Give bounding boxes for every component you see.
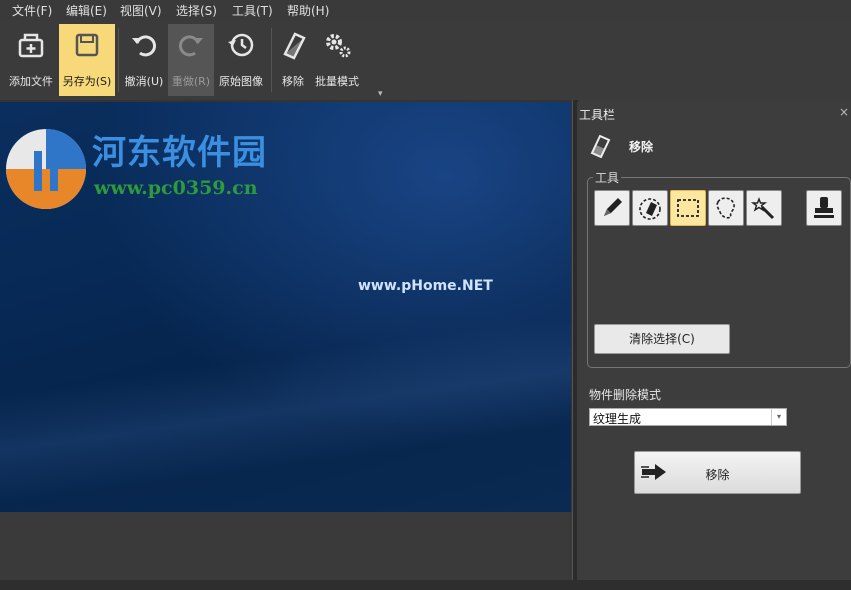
rect-select-icon [677, 199, 699, 217]
stamp-tool-button[interactable] [806, 190, 842, 226]
add-file-icon [18, 33, 44, 58]
pencil-tool-button[interactable] [594, 190, 630, 226]
history-icon [228, 33, 254, 57]
watermark-logo-icon [6, 129, 86, 209]
menu-bar: 文件(F) 编辑(E) 视图(V) 选择(S) 工具(T) 帮助(H) [0, 0, 851, 20]
menu-view[interactable]: 视图(V) [120, 2, 162, 19]
image-canvas[interactable]: 河东软件园 www.pc0359.cn www.pHome.NET [0, 100, 572, 512]
batch-mode-button[interactable]: 批量模式 [310, 24, 364, 96]
menu-tools[interactable]: 工具(T) [232, 2, 273, 19]
pencil-icon [604, 198, 622, 216]
eraser-icon [283, 32, 306, 60]
original-image-button[interactable]: 原始图像 [215, 24, 267, 96]
undo-label: 撤消(U) [124, 75, 164, 88]
eraser-icon [590, 134, 611, 158]
remove-tool-button[interactable]: 移除 [277, 24, 309, 96]
batch-mode-label: 批量模式 [315, 75, 359, 88]
save-as-label: 另存为(S) [62, 75, 112, 88]
remove-tool-label: 移除 [282, 75, 304, 88]
undo-button[interactable]: 撤消(U) [121, 24, 167, 96]
removal-mode-value: 纹理生成 [593, 412, 642, 426]
watermark-url: www.pc0359.cn [94, 177, 258, 199]
chevron-down-icon: ▾ [771, 409, 786, 425]
menu-file[interactable]: 文件(F) [12, 2, 52, 19]
lasso-tool-button[interactable] [708, 190, 744, 226]
menu-select[interactable]: 选择(S) [176, 2, 217, 19]
original-image-label: 原始图像 [219, 75, 263, 88]
watermark-phome: www.pHome.NET [358, 278, 493, 294]
magic-wand-tool-button[interactable] [746, 190, 782, 226]
add-file-button[interactable]: 添加文件 [4, 24, 58, 96]
stamp-icon [814, 197, 834, 218]
save-icon [75, 33, 99, 57]
rect-select-tool-button[interactable] [670, 190, 706, 226]
gears-icon [326, 34, 351, 58]
tool-name: 移除 [629, 140, 654, 154]
removal-mode-select[interactable]: 纹理生成 ▾ [589, 408, 787, 426]
tool-header: 移除 [577, 128, 851, 164]
status-bar [0, 580, 851, 590]
menu-edit[interactable]: 编辑(E) [66, 2, 107, 19]
redo-label: 重做(R) [171, 75, 211, 88]
canvas-empty-area [0, 512, 572, 580]
tools-group-label: 工具 [593, 169, 622, 186]
toolbar: 添加文件 另存为(S) 撤消(U) 重做(R) 原始图像 移除 批量模式 ▾ [0, 20, 851, 100]
save-as-button[interactable]: 另存为(S) [59, 24, 115, 96]
undo-icon [132, 35, 156, 57]
remove-button[interactable]: 移除 [634, 451, 801, 494]
redo-button[interactable]: 重做(R) [168, 24, 214, 96]
photo: 河东软件园 www.pc0359.cn www.pHome.NET [0, 102, 571, 512]
eraser-circle-icon [639, 198, 661, 220]
close-icon[interactable]: × [839, 105, 849, 119]
add-file-label: 添加文件 [9, 75, 53, 88]
removal-mode-label: 物件删除模式 [589, 388, 662, 402]
panel-title: 工具栏 [579, 108, 616, 122]
eraser-circle-tool-button[interactable] [632, 190, 668, 226]
toolbar-overflow-icon[interactable]: ▾ [378, 89, 383, 99]
watermark-title: 河东软件园 [92, 133, 267, 173]
magic-wand-icon [751, 197, 775, 220]
lasso-icon [716, 197, 735, 219]
tools-group: 工具 清除选择(C) [587, 169, 851, 368]
clear-selection-button[interactable]: 清除选择(C) [594, 324, 730, 354]
tool-panel: 工具栏 × 移除 工具 清除选择(C) 物件删除模式 纹理生成 ▾ 移除 [577, 102, 851, 580]
remove-button-label: 移除 [705, 468, 730, 482]
redo-icon [179, 35, 203, 57]
menu-help[interactable]: 帮助(H) [287, 2, 329, 19]
